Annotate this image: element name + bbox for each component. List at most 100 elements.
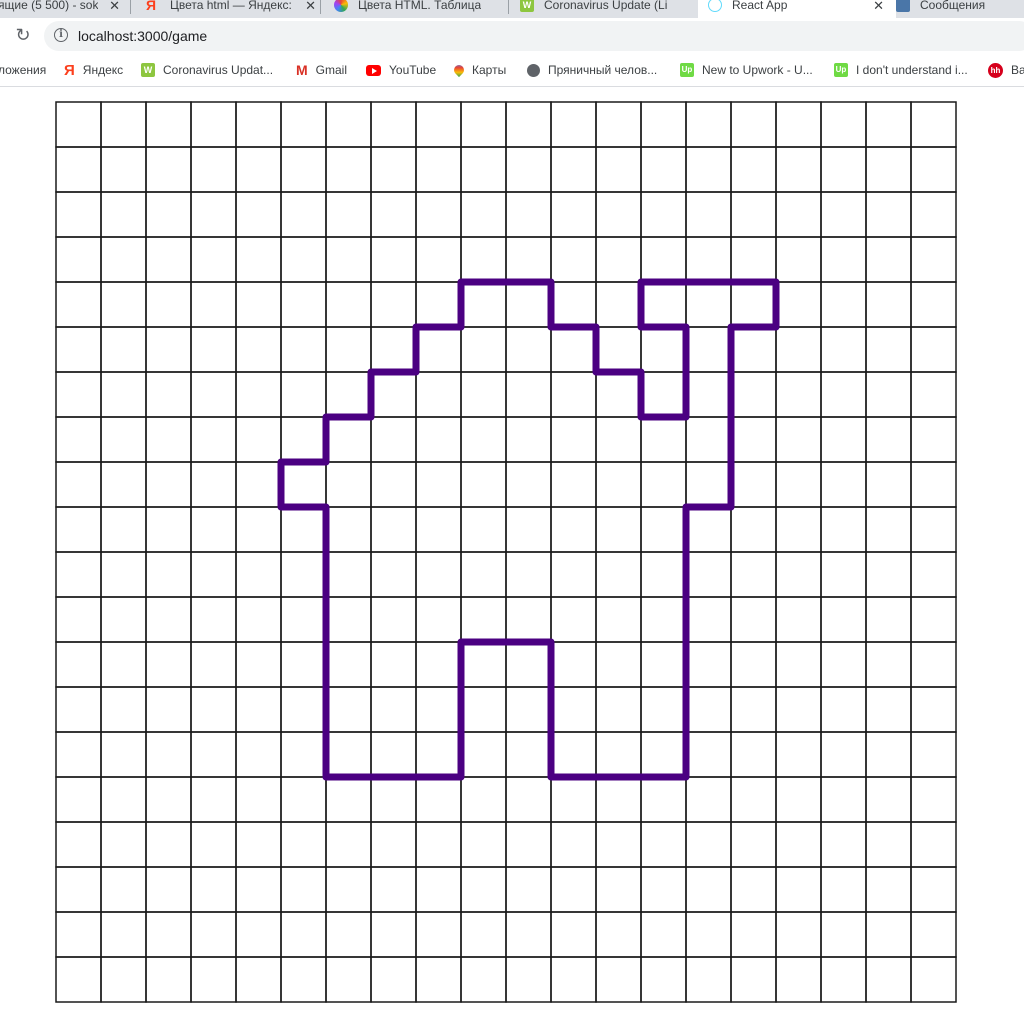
grid-cell[interactable] [595,371,642,418]
grid-cell[interactable] [55,461,102,508]
grid-cell[interactable] [370,551,417,598]
grid-cell[interactable] [640,821,687,868]
grid-cell[interactable] [505,416,552,463]
grid-cell[interactable] [775,461,822,508]
grid-cell[interactable] [145,956,192,1003]
grid-cell[interactable] [685,911,732,958]
grid-cell[interactable] [325,281,372,328]
grid-cell[interactable] [280,596,327,643]
grid-cell[interactable] [595,776,642,823]
grid-cell[interactable] [640,191,687,238]
grid-cell[interactable] [865,686,912,733]
grid-cell[interactable] [235,191,282,238]
grid-cell[interactable] [370,506,417,553]
grid-cell[interactable] [640,101,687,148]
grid-cell[interactable] [685,821,732,868]
grid-cell[interactable] [55,731,102,778]
grid-cell[interactable] [370,281,417,328]
grid-cell[interactable] [460,506,507,553]
grid-cell[interactable] [595,821,642,868]
grid-cell[interactable] [55,551,102,598]
grid-cell[interactable] [685,551,732,598]
grid-cell[interactable] [730,596,777,643]
grid-cell[interactable] [730,911,777,958]
grid-cell[interactable] [910,191,957,238]
grid-cell[interactable] [235,506,282,553]
grid-cell[interactable] [55,326,102,373]
grid-cell[interactable] [505,371,552,418]
grid-cell[interactable] [775,506,822,553]
grid-cell[interactable] [460,641,507,688]
grid-cell[interactable] [415,236,462,283]
grid-cell[interactable] [325,911,372,958]
close-icon[interactable]: ✕ [109,0,120,14]
grid-cell[interactable] [370,101,417,148]
grid-cell[interactable] [235,461,282,508]
grid-cell[interactable] [190,236,237,283]
grid-cell[interactable] [730,776,777,823]
grid-cell[interactable] [550,956,597,1003]
grid-cell[interactable] [820,281,867,328]
grid-cell[interactable] [595,551,642,598]
grid-cell[interactable] [685,146,732,193]
grid-cell[interactable] [820,236,867,283]
tab-yandex[interactable]: Я Цвета html — Яндекс: ✕ [140,0,324,18]
grid-cell[interactable] [190,821,237,868]
grid-cell[interactable] [865,866,912,913]
grid-cell[interactable] [460,371,507,418]
grid-cell[interactable] [820,641,867,688]
grid-cell[interactable] [280,506,327,553]
grid-cell[interactable] [325,236,372,283]
grid-cell[interactable] [910,371,957,418]
grid-cell[interactable] [865,371,912,418]
grid-cell[interactable] [910,326,957,373]
grid-cell[interactable] [415,506,462,553]
grid-cell[interactable] [910,461,957,508]
grid-cell[interactable] [55,416,102,463]
grid-cell[interactable] [370,146,417,193]
grid-cell[interactable] [505,101,552,148]
grid-cell[interactable] [685,956,732,1003]
grid-cell[interactable] [865,326,912,373]
grid-cell[interactable] [55,641,102,688]
grid-cell[interactable] [280,191,327,238]
bookmark-youtube[interactable]: YouTube [366,61,436,79]
grid-cell[interactable] [460,146,507,193]
grid-cell[interactable] [100,731,147,778]
grid-cell[interactable] [685,191,732,238]
grid-cell[interactable] [775,371,822,418]
grid-cell[interactable] [280,686,327,733]
grid-cell[interactable] [280,101,327,148]
grid-cell[interactable] [145,416,192,463]
grid-cell[interactable] [640,641,687,688]
grid-cell[interactable] [100,776,147,823]
grid-cell[interactable] [370,326,417,373]
grid-cell[interactable] [235,821,282,868]
grid-cell[interactable] [415,686,462,733]
grid-cell[interactable] [325,641,372,688]
grid-cell[interactable] [550,731,597,778]
grid-cell[interactable] [370,191,417,238]
grid-cell[interactable] [325,821,372,868]
grid-cell[interactable] [190,101,237,148]
grid-cell[interactable] [640,326,687,373]
grid-cell[interactable] [730,956,777,1003]
grid-cell[interactable] [910,506,957,553]
grid-cell[interactable] [730,686,777,733]
grid-cell[interactable] [280,236,327,283]
grid-cell[interactable] [505,776,552,823]
grid-cell[interactable] [145,461,192,508]
grid-cell[interactable] [550,416,597,463]
grid-cell[interactable] [730,101,777,148]
address-bar[interactable]: i localhost:3000/game [44,21,1024,51]
grid-cell[interactable] [415,821,462,868]
grid-cell[interactable] [865,461,912,508]
grid-cell[interactable] [415,641,462,688]
tab-coronavirus[interactable]: W Coronavirus Update (Li [514,0,700,18]
grid-cell[interactable] [370,956,417,1003]
grid-cell[interactable] [100,191,147,238]
grid-cell[interactable] [595,686,642,733]
grid-cell[interactable] [865,596,912,643]
grid-cell[interactable] [325,101,372,148]
grid-cell[interactable] [685,641,732,688]
